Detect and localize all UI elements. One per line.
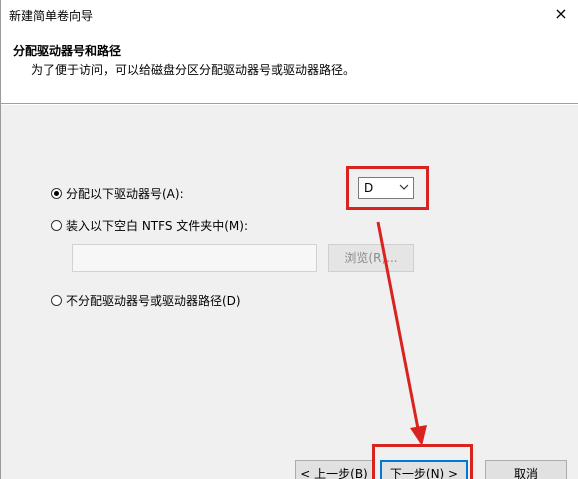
no-assign-option[interactable]: 不分配驱动器号或驱动器路径(D) xyxy=(51,292,241,309)
mount-folder-radio[interactable] xyxy=(51,220,62,231)
window-title: 新建简单卷向导 xyxy=(9,9,94,23)
browse-button[interactable]: 浏览(R)... xyxy=(328,244,414,272)
mount-folder-label: 装入以下空白 NTFS 文件夹中(M): xyxy=(66,219,249,233)
assign-letter-option[interactable]: 分配以下驱动器号(A): xyxy=(51,185,184,202)
wizard-header: 分配驱动器号和路径 为了便于访问，可以给磁盘分区分配驱动器号或驱动器路径。 xyxy=(1,30,578,103)
back-button[interactable]: < 上一步(B) xyxy=(295,460,373,479)
title-bar: 新建简单卷向导 × xyxy=(1,0,578,30)
mount-folder-option[interactable]: 装入以下空白 NTFS 文件夹中(M): xyxy=(51,217,248,234)
page-title: 分配驱动器号和路径 xyxy=(13,44,122,58)
page-description: 为了便于访问，可以给磁盘分区分配驱动器号或驱动器路径。 xyxy=(31,63,356,77)
new-simple-volume-wizard: 新建简单卷向导 × 分配驱动器号和路径 为了便于访问，可以给磁盘分区分配驱动器号… xyxy=(0,0,578,479)
no-assign-label: 不分配驱动器号或驱动器路径(D) xyxy=(66,294,241,308)
next-button-highlight xyxy=(372,444,473,479)
drive-letter-highlight xyxy=(346,166,429,210)
assign-letter-label: 分配以下驱动器号(A): xyxy=(66,187,184,201)
folder-path-input[interactable] xyxy=(72,244,317,272)
no-assign-radio[interactable] xyxy=(51,295,62,306)
cancel-button[interactable]: 取消 xyxy=(485,460,567,479)
assign-letter-radio[interactable] xyxy=(51,188,62,199)
close-icon[interactable]: × xyxy=(549,2,573,26)
